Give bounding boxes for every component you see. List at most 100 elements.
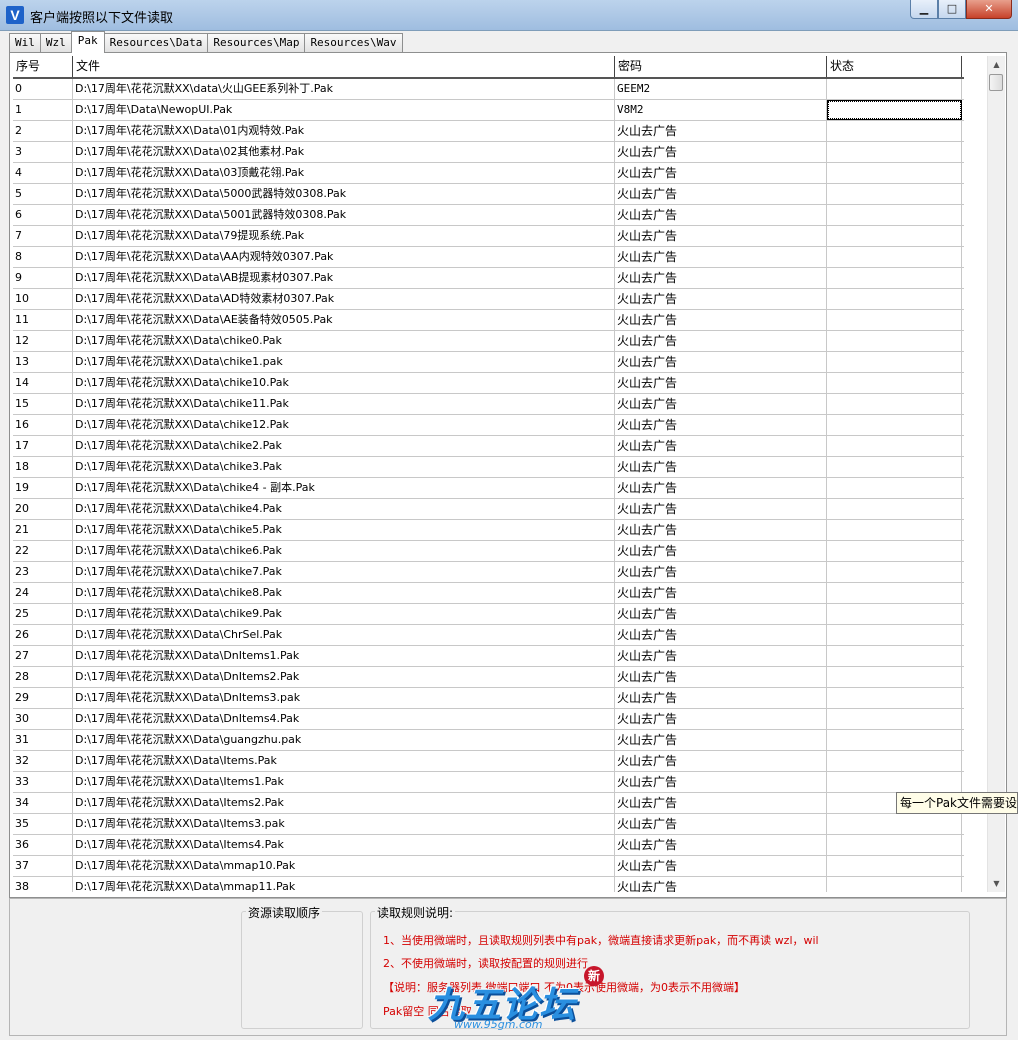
cell-status[interactable] (827, 856, 962, 876)
cell-index[interactable]: 20 (13, 499, 73, 519)
cell-file[interactable]: D:\17周年\花花沉默XX\Data\chike7.Pak (73, 562, 615, 582)
title-bar[interactable]: V 客户端按照以下文件读取 ▁ □ ✕ (0, 0, 1018, 31)
cell-file[interactable]: D:\17周年\花花沉默XX\Data\chike5.Pak (73, 520, 615, 540)
cell-file[interactable]: D:\17周年\花花沉默XX\Data\AB提现素材0307.Pak (73, 268, 615, 288)
cell-status[interactable] (827, 604, 962, 624)
cell-status[interactable] (827, 310, 962, 330)
cell-password[interactable]: GEEM2 (615, 79, 827, 99)
cell-password[interactable]: V8M2 (615, 100, 827, 120)
cell-password[interactable]: 火山去广告 (615, 520, 827, 540)
table-row[interactable]: 12 D:\17周年\花花沉默XX\Data\chike0.Pak 火山去广告 (13, 331, 964, 352)
cell-file[interactable]: D:\17周年\花花沉默XX\Data\Items3.pak (73, 814, 615, 834)
cell-status[interactable] (827, 184, 962, 204)
cell-status[interactable] (827, 373, 962, 393)
table-row[interactable]: 29 D:\17周年\花花沉默XX\Data\DnItems3.pak 火山去广告 (13, 688, 964, 709)
cell-status[interactable] (827, 835, 962, 855)
cell-password[interactable]: 火山去广告 (615, 205, 827, 225)
table-row[interactable]: 27 D:\17周年\花花沉默XX\Data\DnItems1.Pak 火山去广告 (13, 646, 964, 667)
cell-password[interactable]: 火山去广告 (615, 856, 827, 876)
table-row[interactable]: 16 D:\17周年\花花沉默XX\Data\chike12.Pak 火山去广告 (13, 415, 964, 436)
cell-password[interactable]: 火山去广告 (615, 604, 827, 624)
cell-status[interactable] (827, 100, 962, 120)
cell-status[interactable] (827, 352, 962, 372)
cell-password[interactable]: 火山去广告 (615, 835, 827, 855)
cell-index[interactable]: 6 (13, 205, 73, 225)
cell-password[interactable]: 火山去广告 (615, 499, 827, 519)
cell-password[interactable]: 火山去广告 (615, 121, 827, 141)
column-header-index[interactable]: 序号 (13, 56, 73, 77)
cell-index[interactable]: 18 (13, 457, 73, 477)
cell-password[interactable]: 火山去广告 (615, 793, 827, 813)
cell-file[interactable]: D:\17周年\Data\NewopUI.Pak (73, 100, 615, 120)
cell-index[interactable]: 33 (13, 772, 73, 792)
maximize-button[interactable]: □ (938, 0, 966, 19)
cell-status[interactable] (827, 226, 962, 246)
cell-status[interactable] (827, 247, 962, 267)
cell-status[interactable] (827, 289, 962, 309)
table-row[interactable]: 36 D:\17周年\花花沉默XX\Data\Items4.Pak 火山去广告 (13, 835, 964, 856)
table-row[interactable]: 26 D:\17周年\花花沉默XX\Data\ChrSel.Pak 火山去广告 (13, 625, 964, 646)
column-header-file[interactable]: 文件 (73, 56, 615, 77)
cell-file[interactable]: D:\17周年\花花沉默XX\Data\chike0.Pak (73, 331, 615, 351)
cell-file[interactable]: D:\17周年\花花沉默XX\Data\Items1.Pak (73, 772, 615, 792)
cell-index[interactable]: 26 (13, 625, 73, 645)
cell-index[interactable]: 30 (13, 709, 73, 729)
cell-password[interactable]: 火山去广告 (615, 541, 827, 561)
tab-pak[interactable]: Pak (70, 31, 105, 53)
cell-status[interactable] (827, 163, 962, 183)
table-row[interactable]: 33 D:\17周年\花花沉默XX\Data\Items1.Pak 火山去广告 (13, 772, 964, 793)
table-row[interactable]: 35 D:\17周年\花花沉默XX\Data\Items3.pak 火山去广告 (13, 814, 964, 835)
cell-password[interactable]: 火山去广告 (615, 478, 827, 498)
table-row[interactable]: 4 D:\17周年\花花沉默XX\Data\03顶戴花翎.Pak 火山去广告 (13, 163, 964, 184)
cell-file[interactable]: D:\17周年\花花沉默XX\data\火山GEE系列补丁.Pak (73, 79, 615, 99)
cell-status[interactable] (827, 709, 962, 729)
cell-password[interactable]: 火山去广告 (615, 226, 827, 246)
cell-password[interactable]: 火山去广告 (615, 142, 827, 162)
cell-status[interactable] (827, 268, 962, 288)
cell-file[interactable]: D:\17周年\花花沉默XX\Data\mmap10.Pak (73, 856, 615, 876)
cell-index[interactable]: 12 (13, 331, 73, 351)
cell-status[interactable] (827, 625, 962, 645)
cell-index[interactable]: 36 (13, 835, 73, 855)
table-row[interactable]: 25 D:\17周年\花花沉默XX\Data\chike9.Pak 火山去广告 (13, 604, 964, 625)
cell-file[interactable]: D:\17周年\花花沉默XX\Data\chike4.Pak (73, 499, 615, 519)
cell-status[interactable] (827, 499, 962, 519)
cell-password[interactable]: 火山去广告 (615, 814, 827, 834)
table-row[interactable]: 21 D:\17周年\花花沉默XX\Data\chike5.Pak 火山去广告 (13, 520, 964, 541)
cell-file[interactable]: D:\17周年\花花沉默XX\Data\5001武器特效0308.Pak (73, 205, 615, 225)
cell-password[interactable]: 火山去广告 (615, 247, 827, 267)
cell-password[interactable]: 火山去广告 (615, 709, 827, 729)
read-order-group[interactable]: 资源读取顺序 (241, 904, 363, 1029)
table-row[interactable]: 34 D:\17周年\花花沉默XX\Data\Items2.Pak 火山去广告 (13, 793, 964, 814)
cell-file[interactable]: D:\17周年\花花沉默XX\Data\chike1.pak (73, 352, 615, 372)
cell-status[interactable] (827, 457, 962, 477)
cell-status[interactable] (827, 667, 962, 687)
column-header-password[interactable]: 密码 (615, 56, 827, 77)
tab-wzl[interactable]: Wzl (39, 33, 72, 52)
cell-index[interactable]: 16 (13, 415, 73, 435)
cell-file[interactable]: D:\17周年\花花沉默XX\Data\chike8.Pak (73, 583, 615, 603)
table-row[interactable]: 24 D:\17周年\花花沉默XX\Data\chike8.Pak 火山去广告 (13, 583, 964, 604)
cell-status[interactable] (827, 520, 962, 540)
table-row[interactable]: 20 D:\17周年\花花沉默XX\Data\chike4.Pak 火山去广告 (13, 499, 964, 520)
file-grid[interactable]: 序号 文件 密码 状态 0 D:\17周年\花花沉默XX\data\火山GEE系列… (13, 56, 986, 892)
cell-index[interactable]: 35 (13, 814, 73, 834)
cell-index[interactable]: 28 (13, 667, 73, 687)
cell-index[interactable]: 19 (13, 478, 73, 498)
cell-password[interactable]: 火山去广告 (615, 646, 827, 666)
cell-index[interactable]: 2 (13, 121, 73, 141)
column-header-status[interactable]: 状态 (827, 56, 962, 77)
cell-status[interactable] (827, 142, 962, 162)
cell-status[interactable] (827, 394, 962, 414)
vertical-scrollbar[interactable]: ▲ ▼ (987, 56, 1005, 892)
scroll-thumb[interactable] (989, 74, 1003, 91)
cell-password[interactable]: 火山去广告 (615, 373, 827, 393)
cell-index[interactable]: 7 (13, 226, 73, 246)
cell-status[interactable] (827, 646, 962, 666)
cell-status[interactable] (827, 772, 962, 792)
cell-password[interactable]: 火山去广告 (615, 268, 827, 288)
cell-index[interactable]: 32 (13, 751, 73, 771)
cell-file[interactable]: D:\17周年\花花沉默XX\Data\chike9.Pak (73, 604, 615, 624)
table-row[interactable]: 1 D:\17周年\Data\NewopUI.Pak V8M2 (13, 100, 964, 121)
cell-file[interactable]: D:\17周年\花花沉默XX\Data\chike2.Pak (73, 436, 615, 456)
